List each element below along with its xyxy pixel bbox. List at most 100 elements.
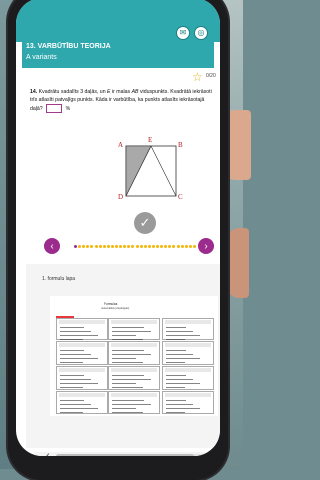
pagination-dot[interactable] — [131, 245, 135, 248]
pagination-dot[interactable] — [192, 245, 196, 248]
formula-line — [112, 339, 143, 341]
formula-line — [60, 412, 83, 414]
chat-icon[interactable]: ✉ — [176, 26, 190, 40]
formula-line — [112, 354, 151, 356]
formula-cell — [162, 341, 214, 365]
formula-line — [112, 375, 144, 377]
pagination-dot[interactable] — [90, 245, 94, 248]
formula-line — [166, 387, 185, 389]
pagination-dot[interactable] — [168, 245, 172, 248]
formula-line — [166, 327, 186, 329]
pagination-dot[interactable] — [135, 245, 139, 248]
pagination-dot[interactable] — [123, 245, 127, 248]
finger — [227, 228, 249, 298]
formula-cell — [108, 366, 160, 390]
formula-line — [112, 362, 143, 364]
pagination-dot[interactable] — [127, 245, 131, 248]
back-arrow-icon[interactable]: ‹ — [46, 450, 50, 456]
formula-line — [166, 350, 186, 352]
formula-cell — [56, 366, 108, 390]
formula-line — [60, 335, 98, 337]
formula-line — [112, 331, 151, 333]
task-text-before: Kvadrātu sadalīts 3 daļās, un — [38, 89, 106, 95]
phone-screen: ✉ ◎ 13. VARBŪTĪBU TEORIJA A variants ☆ 0… — [16, 0, 220, 456]
pagination-dot[interactable] — [102, 245, 106, 248]
star-outline-icon[interactable]: ☆ — [192, 70, 203, 84]
formula-doc-title: Formulas — [104, 302, 118, 306]
previous-button[interactable]: ‹ — [44, 238, 60, 254]
square-diagram — [125, 145, 177, 197]
check-icon[interactable]: ✓ — [134, 212, 156, 234]
formula-line — [112, 387, 143, 389]
formula-line — [60, 358, 98, 360]
pagination-dot[interactable] — [172, 245, 176, 248]
pagination-dot[interactable] — [180, 245, 184, 248]
formula-line — [112, 404, 151, 406]
pagination-dot[interactable] — [115, 245, 118, 248]
pagination-dot[interactable] — [151, 245, 155, 248]
formula-cell-header — [111, 368, 157, 372]
variant-label: A variants — [26, 54, 57, 61]
pagination-dot[interactable] — [74, 245, 77, 248]
formula-cell-header — [165, 368, 211, 372]
label-c: C — [178, 193, 183, 201]
label-a: A — [118, 141, 124, 149]
target-icon[interactable]: ◎ — [194, 26, 208, 40]
formula-line — [60, 375, 84, 377]
square-figure: A E B D C — [118, 136, 184, 209]
task-text: 14. Kvadrātu sadalīts 3 daļās, un E ir m… — [30, 88, 214, 114]
pagination-dot[interactable] — [176, 245, 180, 248]
unit-label: % — [65, 106, 71, 113]
label-b: B — [178, 141, 183, 149]
formula-line — [112, 327, 144, 329]
pagination-dot[interactable] — [156, 245, 159, 248]
formula-line — [60, 387, 83, 389]
pagination-dot[interactable] — [82, 245, 86, 248]
answer-input[interactable] — [46, 104, 63, 114]
formula-line — [112, 408, 136, 410]
formula-cell-header — [59, 368, 105, 372]
formula-line — [166, 408, 200, 410]
scrollbar[interactable] — [56, 454, 220, 456]
formula-document: Formulas matemātikā (vispārīgais) — [50, 296, 218, 416]
formula-line — [60, 400, 84, 402]
formula-cell-header — [165, 393, 211, 397]
scrollbar-thumb[interactable] — [56, 454, 194, 456]
pagination-dot[interactable] — [106, 245, 110, 248]
formula-line — [60, 327, 84, 329]
formula-line — [60, 339, 83, 341]
formula-line — [60, 383, 98, 385]
formula-sheet-label[interactable]: 1. formulu lapa — [42, 276, 75, 282]
pagination-dot[interactable] — [139, 245, 143, 248]
pagination-dot[interactable] — [188, 245, 192, 248]
task-number: 14. — [30, 89, 38, 95]
pagination-dot[interactable] — [94, 245, 98, 248]
formula-line — [166, 400, 186, 402]
formula-cell-header — [111, 343, 157, 347]
pagination-dot[interactable] — [147, 245, 151, 248]
pagination-dot[interactable] — [184, 245, 188, 248]
formula-line — [112, 350, 144, 352]
formula-line — [60, 404, 91, 406]
label-e: E — [148, 136, 153, 144]
formula-line — [166, 362, 185, 364]
pagination-dot[interactable] — [164, 245, 168, 248]
pagination-dot[interactable] — [98, 245, 102, 248]
pagination-dot[interactable] — [110, 245, 114, 248]
formula-line — [60, 408, 98, 410]
formula-cell-header — [111, 393, 157, 397]
title-bar: 13. VARBŪTĪBU TEORIJA A variants — [22, 42, 214, 68]
formula-line — [166, 379, 193, 381]
pagination-dot[interactable] — [78, 245, 82, 248]
formula-line — [112, 335, 136, 337]
pagination-dot[interactable] — [86, 245, 90, 248]
formula-line — [112, 358, 136, 360]
formula-line — [60, 350, 84, 352]
formula-cell — [56, 391, 108, 414]
pagination-dot[interactable] — [143, 245, 147, 248]
pagination-dot[interactable] — [160, 245, 164, 248]
formula-line — [166, 404, 193, 406]
pagination-dot[interactable] — [119, 245, 123, 248]
segment-ab: AB — [131, 89, 139, 95]
phone-frame: ✉ ◎ 13. VARBŪTĪBU TEORIJA A variants ☆ 0… — [8, 0, 228, 480]
